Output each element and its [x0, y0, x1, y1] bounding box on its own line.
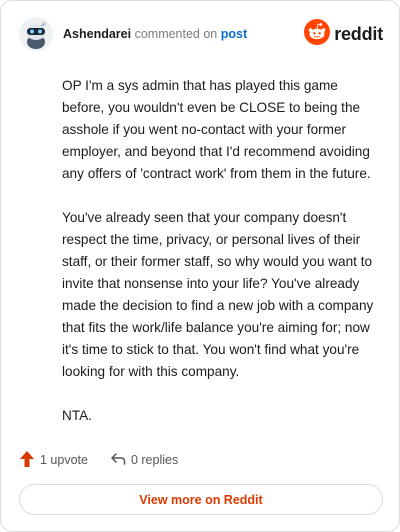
comment-header: Ashendarei commented on post reddit [19, 17, 383, 53]
upvote-button[interactable]: 1 upvote [19, 450, 88, 471]
reply-arrow-icon [110, 452, 131, 469]
upvote-arrow-icon [19, 450, 40, 471]
comment-paragraph: NTA. [62, 408, 92, 423]
comment-paragraph: OP I'm a sys admin that has played this … [62, 78, 371, 181]
comment-actions: 1 upvote 0 replies [19, 449, 178, 471]
reply-count: 0 replies [130, 453, 179, 467]
author-name[interactable]: Ashendarei [63, 27, 131, 41]
embedded-comment-card: Ashendarei commented on post reddit OP I… [0, 0, 400, 532]
comment-body: OP I'm a sys admin that has played this … [62, 75, 376, 449]
commented-on-text: commented on [134, 27, 218, 41]
comment-byline: Ashendarei commented on post [63, 27, 247, 41]
reddit-logo[interactable]: reddit [304, 18, 383, 50]
snoo-avatar-icon[interactable] [19, 17, 53, 51]
upvote-count: 1 upvote [40, 453, 88, 467]
comment-paragraph: You've already seen that your company do… [62, 210, 374, 379]
reddit-wordmark: reddit [334, 23, 383, 44]
view-more-button[interactable]: View more on Reddit [19, 484, 383, 515]
post-link[interactable]: post [221, 27, 247, 41]
reddit-snoo-icon [304, 18, 331, 50]
replies-button[interactable]: 0 replies [110, 452, 178, 469]
